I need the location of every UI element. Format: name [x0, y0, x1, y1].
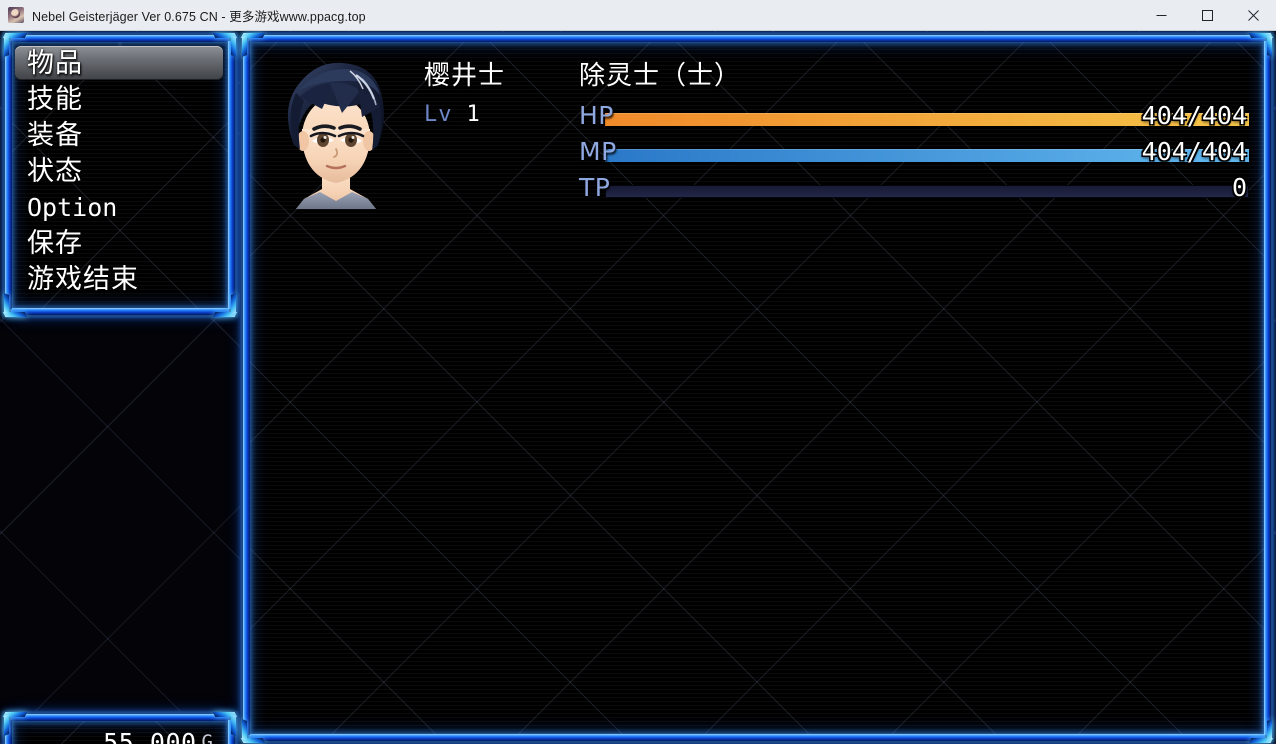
menu-item-label: 保存	[27, 227, 83, 259]
command-window-inner: 物品技能装备状态 Option 保存游戏结束	[11, 41, 229, 309]
level-label: Lv	[424, 102, 453, 127]
gold-currency-unit: G	[201, 731, 213, 744]
gauge-label: TP	[579, 173, 611, 202]
window-title-text: Nebel Geisterjäger Ver 0.675 CN - 更多游戏ww…	[32, 9, 366, 24]
menu-item-label: 游戏结束	[27, 263, 139, 295]
gauge-hp: HP 404/404	[579, 101, 1249, 137]
gold-row: 55,000 G	[11, 720, 229, 744]
gauge-mp: MP 404/404	[579, 137, 1249, 173]
gauge-tp: TP 0	[579, 173, 1249, 209]
menu-item-0[interactable]: 物品	[15, 45, 225, 81]
window-title-bar: Nebel Geisterjäger Ver 0.675 CN - 更多游戏ww…	[0, 0, 1276, 31]
minimize-icon[interactable]	[1138, 0, 1184, 31]
maximize-icon[interactable]	[1184, 0, 1230, 31]
character-stats-column: 除灵士（士） HP 404/404 MP 404/404 TP 0	[579, 55, 1249, 209]
character-name: 樱井士	[424, 61, 506, 91]
window-controls	[1138, 0, 1276, 31]
character-gauges: HP 404/404 MP 404/404 TP 0	[579, 101, 1249, 209]
character-identity: 樱井士 Lv 1	[424, 55, 505, 127]
menu-item-5[interactable]: 保存	[15, 225, 225, 261]
gauge-track	[605, 185, 1249, 198]
gauge-value: 0	[1231, 173, 1247, 202]
menu-item-label: 物品	[27, 47, 83, 79]
character-portrait	[264, 49, 408, 209]
command-menu-list: 物品技能装备状态 Option 保存游戏结束	[11, 41, 229, 301]
menu-item-label: 装备	[27, 119, 83, 151]
menu-item-4[interactable]: Option	[15, 189, 225, 225]
command-menu-window: 物品技能装备状态 Option 保存游戏结束	[2, 32, 238, 318]
gold-window-inner: 55,000 G	[11, 720, 229, 744]
menu-item-1[interactable]: 技能	[15, 81, 225, 117]
gold-amount: 55,000	[103, 727, 197, 744]
gauge-label: HP	[579, 101, 614, 130]
menu-item-6[interactable]: 游戏结束	[15, 261, 225, 297]
status-window-inner: 樱井士 Lv 1 除灵士（士） HP 404/404 MP 404/404 TP 0	[249, 41, 1265, 735]
gauge-value: 404/404	[1141, 137, 1247, 166]
menu-item-3[interactable]: 状态	[15, 153, 225, 189]
menu-item-label: 技能	[27, 83, 83, 115]
menu-item-label: Option	[27, 192, 118, 222]
close-icon[interactable]	[1230, 0, 1276, 31]
party-status-window: 樱井士 Lv 1 除灵士（士） HP 404/404 MP 404/404 TP 0	[240, 32, 1274, 744]
menu-item-2[interactable]: 装备	[15, 117, 225, 153]
gauge-label: MP	[579, 137, 617, 166]
gauge-value: 404/404	[1141, 101, 1247, 130]
gold-window: 55,000 G	[2, 711, 238, 744]
game-screen: 物品 技能 装备 状态 Option 保存 游戏结束 55,000 G 樱井士 …	[0, 31, 1276, 744]
game-app-icon	[8, 7, 24, 23]
level-value: 1	[466, 102, 480, 127]
menu-item-label: 状态	[27, 155, 83, 187]
character-class: 除灵士（士）	[579, 61, 742, 91]
character-level-row: Lv 1	[424, 102, 505, 127]
